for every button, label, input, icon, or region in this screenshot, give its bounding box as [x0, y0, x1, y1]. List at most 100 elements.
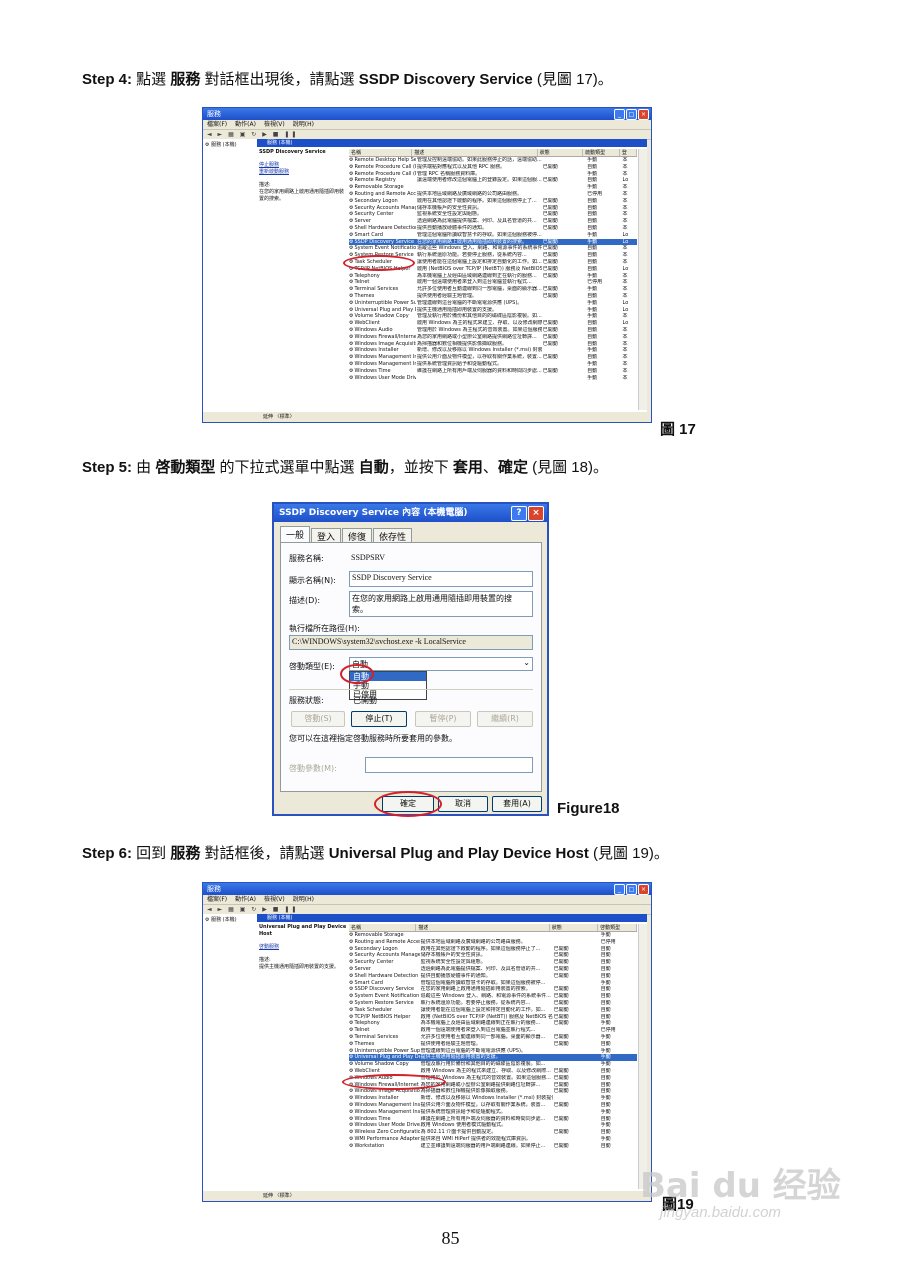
back-icon[interactable]: ◄ [207, 906, 214, 913]
menu-action[interactable]: 動作(A) [235, 896, 256, 903]
chevron-down-icon[interactable]: ⌄ [523, 658, 530, 667]
restart-service-link[interactable]: 重新啟動服務 [259, 169, 347, 176]
column-startup-type[interactable]: 啓動類型 [598, 924, 638, 931]
table-row[interactable]: ⚙ Shell Hardware Detection 提供自動播放硬體事件的通知。… [349, 973, 637, 980]
pause-button[interactable]: 暫停(P) [415, 711, 471, 727]
table-row[interactable]: ⚙ Remote Registry 讓遠端使用者修改這個電腦上的登錄設定。如果這個… [349, 177, 637, 184]
vertical-scrollbar[interactable] [638, 149, 647, 410]
tree-item-services[interactable]: 服務 (本機) [211, 142, 237, 148]
resume-button[interactable]: 繼續(R) [477, 711, 533, 727]
properties-icon[interactable]: ▣ [240, 131, 248, 138]
table-row[interactable]: ⚙ Wireless Zero Configuration 為 802.11 介面… [349, 1129, 637, 1136]
table-row[interactable]: ⚙ Task Scheduler 讓使用者能在這個電腦上設定和排定自動化的工作。如… [349, 1007, 637, 1014]
table-row[interactable]: ⚙ Security Center 監視系統安全性設定與組態。 已開動 自動本 [349, 211, 637, 218]
pause-icon[interactable]: ❚❚ [284, 906, 298, 913]
table-row[interactable]: ⚙ Windows Time 維護在網路上所有用戶端及伺服器的資料和時間同步處..… [349, 1116, 637, 1123]
menu-action[interactable]: 動作(A) [235, 121, 256, 128]
apply-button[interactable]: 套用(A) [492, 796, 542, 812]
back-icon[interactable]: ◄ [207, 131, 214, 138]
column-status[interactable]: 狀態 [538, 149, 584, 156]
table-row[interactable]: ⚙ Windows Audio 管理用於 Windows 為主程式的音效裝置。如果… [349, 327, 637, 334]
menu-file[interactable]: 檔案(F) [207, 121, 227, 128]
table-row[interactable]: ⚙ Security Accounts Manager儲存本機帳戶的安全性資訊。… [349, 952, 637, 959]
table-row[interactable]: ⚙ Universal Plug and Play D...提供主機通用隨插即用… [349, 307, 637, 314]
table-row[interactable]: ⚙ Shell Hardware Detection 提供自動播放硬體事件的通知。… [349, 225, 637, 232]
table-row[interactable]: ⚙ Remote Procedure Call (R...提供端點對應程式以及其… [349, 164, 637, 171]
table-row[interactable]: ⚙ Telnet 啟用一個遠端使用者來登入到這台電腦並執行程式... 已停用本 [349, 279, 637, 286]
table-row[interactable]: ⚙ Secondary Logon 啟用在其他認證下啟動的程序。如果這個服務停止了… [349, 198, 637, 205]
display-name-field[interactable]: SSDP Discovery Service [349, 571, 533, 587]
table-row[interactable]: ⚙ Secondary Logon 啟用在其他認證下啟動的程序。如果這個服務停止了… [349, 946, 637, 953]
startup-type-select[interactable]: 自動 ⌄ [349, 657, 533, 671]
table-row[interactable]: ⚙ Remote Procedure Call (R...管理 RPC 名稱服務… [349, 171, 637, 178]
description-field[interactable]: 在您的家用網路上啟用通用隨插即用裝置的搜索。 [349, 591, 533, 617]
cancel-button[interactable]: 取消 [438, 796, 488, 812]
refresh-icon[interactable]: ↻ [251, 131, 258, 138]
play-icon[interactable]: ▶ [262, 131, 269, 138]
close-button[interactable]: × [638, 884, 649, 895]
table-row[interactable]: ⚙ WebClient 啟用 Windows 為主的程式來建立、存取、以及修改網際… [349, 320, 637, 327]
table-row[interactable]: ⚙ Security Accounts Manager儲存本機帳戶的安全性資訊。… [349, 205, 637, 212]
grid-icon[interactable]: ▦ [228, 131, 236, 138]
table-row[interactable]: ⚙ Telephony 為本機電腦上及經由區域網路連線到正在執行的服務... 已開動… [349, 1020, 637, 1027]
table-row[interactable]: ⚙ Universal Plug and Play Device Host提供主… [349, 1054, 637, 1062]
forward-icon[interactable]: ► [218, 131, 225, 138]
stop-button[interactable]: 停止(T) [351, 711, 407, 727]
tab-general[interactable]: 一般 [280, 526, 311, 542]
table-row[interactable]: ⚙ Remote Desktop Help Sess...管理及控制遠端協助。如… [349, 157, 637, 164]
stop-icon[interactable]: ■ [273, 131, 281, 138]
table-row[interactable]: ⚙ Windows Image Acquisiti... 為掃描器和數位相機提供影… [349, 341, 637, 348]
table-row[interactable]: ⚙ Telephony 為本機電腦上及經由區域網路連線到正在執行的服務... 已開動… [349, 273, 637, 280]
table-row[interactable]: ⚙ Server 透過網路為此電腦提供檔案、列印、及具名管道的共... 已開動 自動 [349, 966, 637, 973]
table-row[interactable]: ⚙ Windows Management Instrumentation提供公用… [349, 1102, 637, 1109]
column-status[interactable]: 狀態 [550, 924, 599, 931]
forward-icon[interactable]: ► [218, 906, 225, 913]
table-row[interactable]: ⚙ Windows Management Ins...提供系統管理資訊給予和從驅… [349, 361, 637, 368]
table-row[interactable]: ⚙ Windows Management Instrumentation ...… [349, 1109, 637, 1116]
table-row[interactable]: ⚙ Routing and Remote Access提供本地區域網路及廣域網路… [349, 939, 637, 946]
table-row[interactable]: ⚙ Themes 提供使用者經驗主題管理。 已開動 自動 [349, 1041, 637, 1048]
menu-file[interactable]: 檔案(F) [207, 896, 227, 903]
column-description[interactable]: 描述 [416, 924, 550, 931]
menu-view[interactable]: 檢視(V) [264, 121, 285, 128]
table-row[interactable]: ⚙ Server 透過網路為此電腦提供檔案、列印、及具名管道的共... 已開動 自動本 [349, 218, 637, 225]
table-row[interactable]: ⚙ Windows User Mode Driver Framework啟用 W… [349, 1122, 637, 1129]
table-row[interactable]: ⚙ Terminal Services 允許多位使用者互動連線到同一部電腦，桌面的… [349, 1034, 637, 1041]
close-button[interactable]: × [638, 109, 649, 120]
tree-item-services[interactable]: 服務 (本機) [211, 917, 237, 923]
help-button[interactable]: ? [511, 506, 527, 521]
stop-service-link[interactable]: 停止服務 [259, 162, 347, 169]
table-row[interactable]: ⚙ Themes 提供使用者經驗主題管理。 已開動 自動本 [349, 293, 637, 300]
table-row[interactable]: ⚙ Windows Management Ins...提供公用介面及物件模型，以… [349, 354, 637, 361]
pause-icon[interactable]: ❚❚ [284, 131, 298, 138]
table-row[interactable]: ⚙ SSDP Discovery Service 在您的家用網路上啟用通用隨插即用… [349, 986, 637, 993]
properties-icon[interactable]: ▣ [240, 906, 248, 913]
view-tabs[interactable]: 延伸 〈標準〉 [257, 412, 295, 422]
minimize-button[interactable]: _ [614, 109, 625, 120]
table-row[interactable]: ⚙ Uninterruptible Power Sup...管理連線到這台電腦的… [349, 300, 637, 307]
maximize-button[interactable]: □ [626, 109, 637, 120]
table-row[interactable]: ⚙ Removable Storage 手動 [349, 932, 637, 939]
table-row[interactable]: ⚙ Telnet 啟用一個遠端使用者來登入到這台電腦並執行程式... 已停用 [349, 1027, 637, 1034]
maximize-button[interactable]: □ [626, 884, 637, 895]
table-row[interactable]: ⚙ SSDP Discovery Service 在您的家用網路上啟用通用隨插即用… [349, 238, 637, 246]
column-name[interactable]: 名稱 [349, 149, 413, 156]
table-row[interactable]: ⚙ Windows Firewall/Internet...為您的家用網路或小型… [349, 334, 637, 341]
play-icon[interactable]: ▶ [262, 906, 269, 913]
table-row[interactable]: ⚙ Volume Shadow Copy 管理及執行用於備份和其他目的的磁碟區陰影… [349, 313, 637, 320]
table-row[interactable]: ⚙ Windows User Mode Drive...手動本 [349, 375, 637, 382]
table-row[interactable]: ⚙ Windows Installer 新增、修改以及移除以 Windows In… [349, 1095, 637, 1102]
grid-icon[interactable]: ▦ [228, 906, 236, 913]
vertical-scrollbar[interactable] [638, 924, 647, 1189]
table-row[interactable]: ⚙ System Event Notification 追蹤這些 Windows … [349, 993, 637, 1000]
table-row[interactable]: ⚙ Security Center 監視系統安全性設定與組態。 已開動 自動 [349, 959, 637, 966]
column-description[interactable]: 描述 [412, 149, 538, 156]
table-row[interactable]: ⚙ Removable Storage 手動本 [349, 184, 637, 191]
view-tabs[interactable]: 延伸 〈標準〉 [257, 1191, 295, 1201]
table-row[interactable]: ⚙ Uninterruptible Power Supply管理連線到這台電腦的… [349, 1048, 637, 1055]
menu-help[interactable]: 說明(H) [293, 896, 314, 903]
stop-icon[interactable]: ■ [273, 906, 281, 913]
column-startup-type[interactable]: 啟動類型 [583, 149, 620, 156]
table-row[interactable]: ⚙ Smart Card 管理這個電腦所讀取智慧卡的存取。如果這個服務被停... 手… [349, 980, 637, 987]
minimize-button[interactable]: _ [614, 884, 625, 895]
